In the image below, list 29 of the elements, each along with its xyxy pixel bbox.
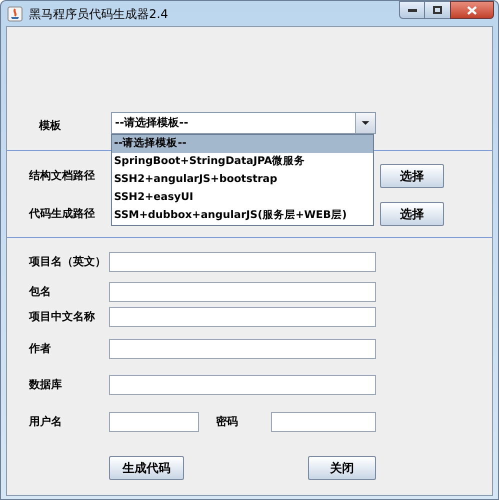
input-field[interactable] [109,282,376,302]
field-label: 项目中文名称 [28,308,96,325]
input-field[interactable] [109,375,376,395]
choose-button[interactable]: 选择 [380,164,444,188]
field-label: 数据库 [28,376,63,393]
field-label: 用户名 [28,414,63,430]
maximize-button[interactable] [425,1,450,19]
minimize-button[interactable] [399,1,425,19]
input-field[interactable] [109,307,376,327]
input-field[interactable] [109,252,376,272]
input-field[interactable] [271,412,376,432]
field-label: 密码 [215,414,239,430]
window-title: 黑马程序员代码生成器2.4 [29,6,168,22]
template-label: 模板 [38,118,62,134]
field-label: 包名 [28,284,52,300]
template-option[interactable]: --请选择模板-- [112,135,373,153]
field-label: 项目名（英文） [28,254,107,270]
input-field[interactable] [109,412,199,432]
app-icon [7,6,23,22]
choose-button[interactable]: 选择 [380,202,444,226]
field-label: 作者 [28,340,52,357]
input-field[interactable] [109,339,376,359]
generate-button[interactable]: 生成代码 [109,456,184,480]
close-icon [467,6,477,14]
close-button[interactable] [450,1,494,19]
close-dialog-button[interactable]: 关闭 [308,456,376,480]
path-label: 代码生成路径 [28,206,96,222]
template-dropdown[interactable]: --请选择模板-- [111,112,376,134]
path-label: 结构文档路径 [28,168,96,184]
